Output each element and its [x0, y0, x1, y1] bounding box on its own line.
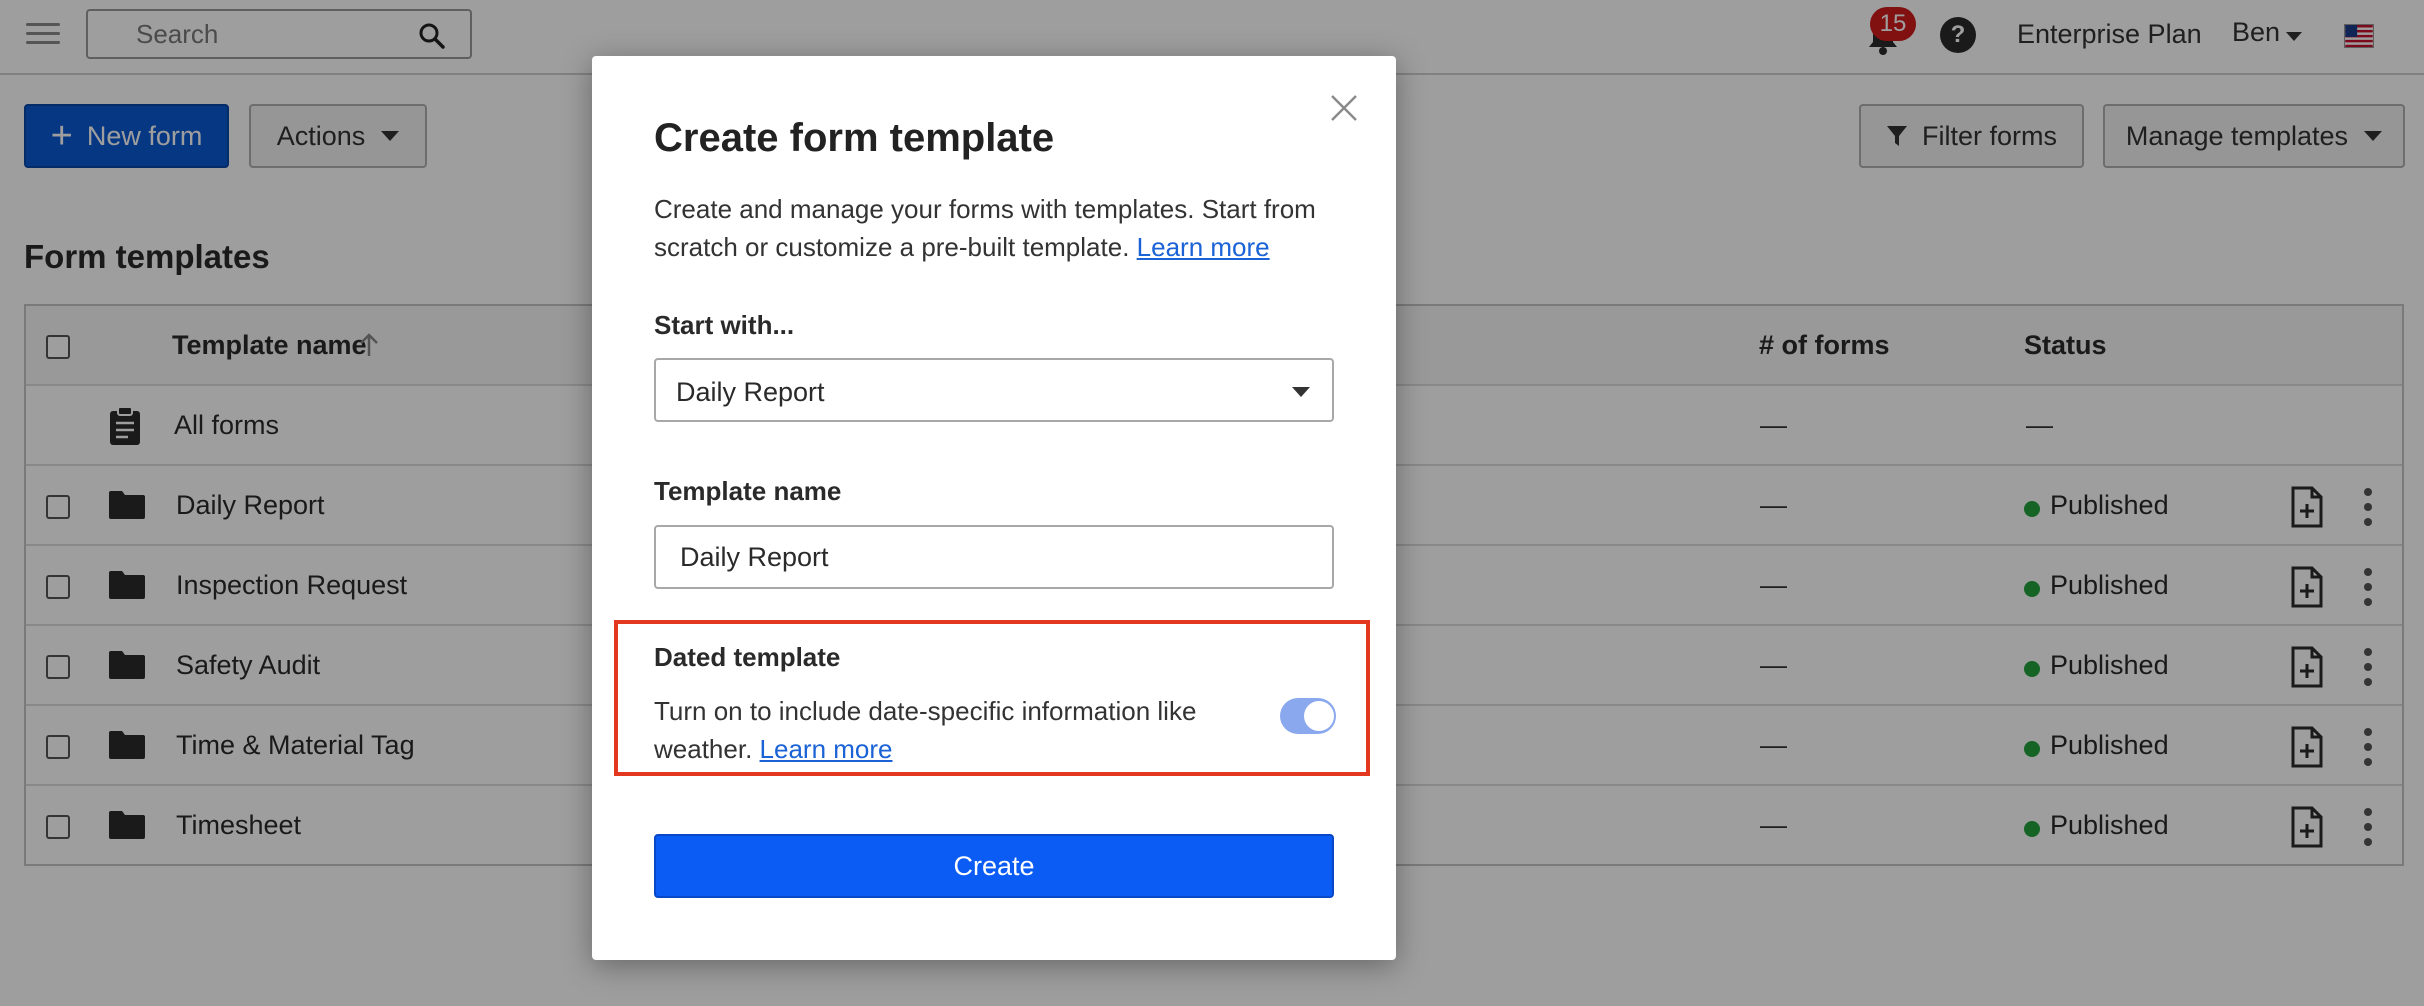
start-with-select[interactable]: Daily Report — [654, 358, 1334, 422]
template-name-label: Template name — [654, 476, 842, 506]
learn-more-link[interactable]: Learn more — [1137, 232, 1270, 262]
create-button[interactable]: Create — [654, 834, 1334, 898]
dated-template-section: Dated template Turn on to include date-s… — [614, 620, 1370, 776]
chevron-down-icon — [1292, 387, 1310, 397]
dated-template-toggle[interactable] — [1280, 698, 1336, 734]
toggle-knob — [1304, 701, 1334, 731]
start-with-label: Start with... — [654, 310, 795, 340]
dialog-title: Create form template — [654, 116, 1055, 160]
dialog-description: Create and manage your forms with templa… — [654, 190, 1344, 266]
template-name-input[interactable] — [654, 525, 1334, 589]
dated-template-text: Turn on to include date-specific informa… — [654, 696, 1197, 764]
dated-learn-more-link[interactable]: Learn more — [760, 734, 893, 764]
create-template-dialog: Create form template Create and manage y… — [592, 56, 1396, 960]
dated-template-title: Dated template — [654, 642, 841, 672]
start-with-value: Daily Report — [676, 377, 825, 407]
dated-template-description: Turn on to include date-specific informa… — [654, 692, 1234, 768]
close-icon[interactable] — [1329, 93, 1359, 123]
